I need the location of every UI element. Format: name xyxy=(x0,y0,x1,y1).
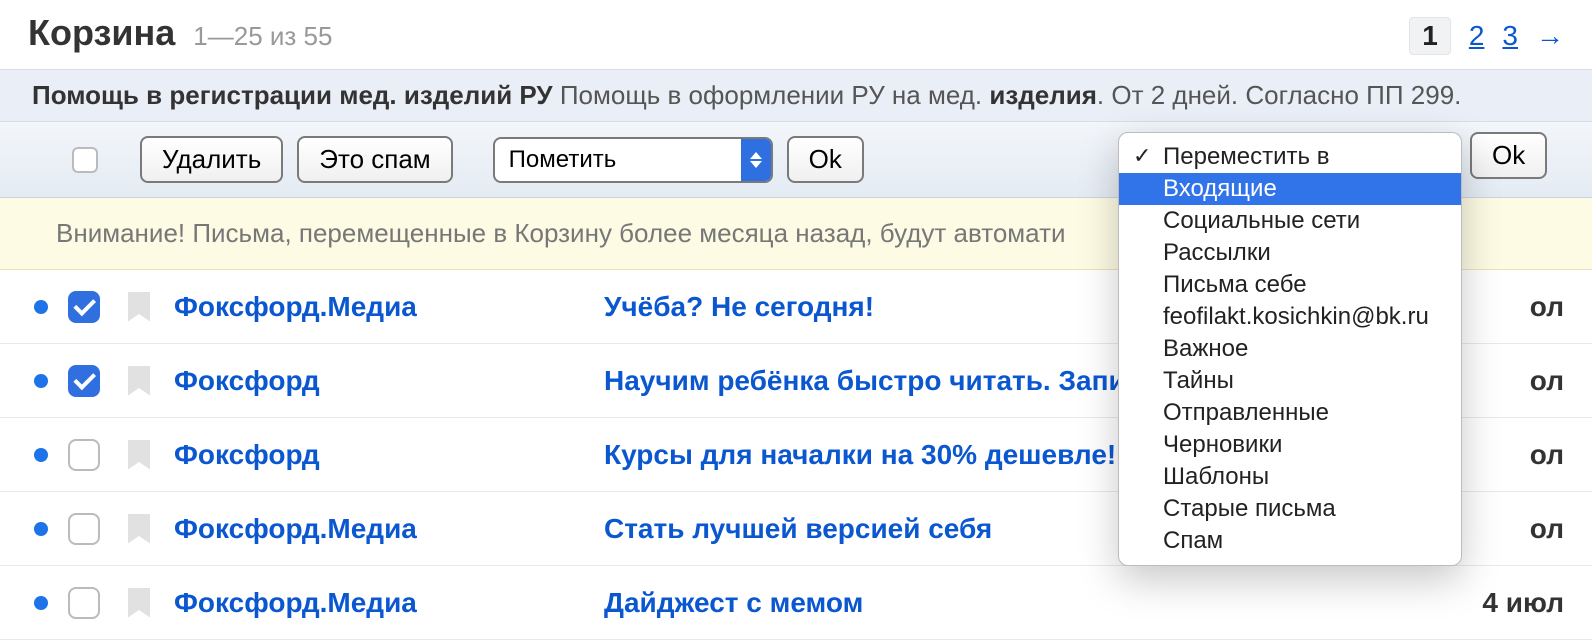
move-dropdown-item[interactable]: Отправленные xyxy=(1119,397,1461,429)
unread-dot-icon xyxy=(34,300,48,314)
move-dropdown-item[interactable]: Социальные сети xyxy=(1119,205,1461,237)
flag-icon[interactable] xyxy=(128,514,150,544)
flag-icon[interactable] xyxy=(128,440,150,470)
flag-icon[interactable] xyxy=(128,366,150,396)
unread-dot-icon xyxy=(34,596,48,610)
sender[interactable]: Фоксфорд xyxy=(174,439,604,471)
page-title: Корзина xyxy=(28,12,175,54)
sender[interactable]: Фоксфорд.Медиа xyxy=(174,513,604,545)
subject[interactable]: Дайджест с мемом xyxy=(604,587,1434,619)
row-checkbox[interactable] xyxy=(68,513,100,545)
ad-text-bold2: изделия xyxy=(989,80,1097,110)
ad-text-bold: Помощь в регистрации мед. изделий РУ xyxy=(32,80,553,110)
sender[interactable]: Фоксфорд xyxy=(174,365,604,397)
ad-banner[interactable]: Помощь в регистрации мед. изделий РУ Пом… xyxy=(0,69,1592,122)
tag-select-label: Пометить xyxy=(509,146,617,174)
flag-icon[interactable] xyxy=(128,292,150,322)
select-all-checkbox[interactable] xyxy=(72,147,98,173)
move-ok-button[interactable]: Ok xyxy=(1470,132,1547,179)
sender[interactable]: Фоксфорд.Медиа xyxy=(174,291,604,323)
move-dropdown-item[interactable]: Важное xyxy=(1119,333,1461,365)
unread-dot-icon xyxy=(34,374,48,388)
move-dropdown-item[interactable]: Переместить в xyxy=(1119,141,1461,173)
move-dropdown-item[interactable]: Спам xyxy=(1119,525,1461,557)
mail-row[interactable]: Фоксфорд.МедиаДайджест с мемом4 июл xyxy=(0,566,1592,640)
select-arrow-icon xyxy=(741,139,771,181)
tag-ok-button[interactable]: Ok xyxy=(787,136,864,183)
move-dropdown-item[interactable]: Старые письма xyxy=(1119,493,1461,525)
move-dropdown-item[interactable]: Входящие xyxy=(1119,173,1461,205)
move-dropdown-item[interactable]: Шаблоны xyxy=(1119,461,1461,493)
pagination: 1 2 3 → xyxy=(1409,17,1564,55)
flag-icon[interactable] xyxy=(128,588,150,618)
move-dropdown-item[interactable]: Черновики xyxy=(1119,429,1461,461)
sender[interactable]: Фоксфорд.Медиа xyxy=(174,587,604,619)
move-dropdown-item[interactable]: Рассылки xyxy=(1119,237,1461,269)
ad-text: Помощь в оформлении РУ на мед. xyxy=(553,80,990,110)
tag-select[interactable]: Пометить xyxy=(493,137,773,183)
ad-text2: . От 2 дней. Согласно ПП 299. xyxy=(1097,80,1461,110)
row-checkbox[interactable] xyxy=(68,587,100,619)
page-next-arrow-icon[interactable]: → xyxy=(1536,20,1564,52)
unread-dot-icon xyxy=(34,448,48,462)
date: 4 июл xyxy=(1434,587,1564,619)
page-current: 1 xyxy=(1409,17,1451,55)
spam-button[interactable]: Это спам xyxy=(297,136,452,183)
page-link-2[interactable]: 2 xyxy=(1469,20,1485,52)
delete-button[interactable]: Удалить xyxy=(140,136,283,183)
page-range: 1—25 из 55 xyxy=(193,21,332,52)
unread-dot-icon xyxy=(34,522,48,536)
move-dropdown-item[interactable]: feofilakt.kosichkin@bk.ru xyxy=(1119,301,1461,333)
move-dropdown-item[interactable]: Тайны xyxy=(1119,365,1461,397)
move-dropdown[interactable]: Переместить вВходящиеСоциальные сетиРасс… xyxy=(1118,132,1462,566)
row-checkbox[interactable] xyxy=(68,365,100,397)
page-link-3[interactable]: 3 xyxy=(1502,20,1518,52)
row-checkbox[interactable] xyxy=(68,291,100,323)
move-dropdown-item[interactable]: Письма себе xyxy=(1119,269,1461,301)
row-checkbox[interactable] xyxy=(68,439,100,471)
